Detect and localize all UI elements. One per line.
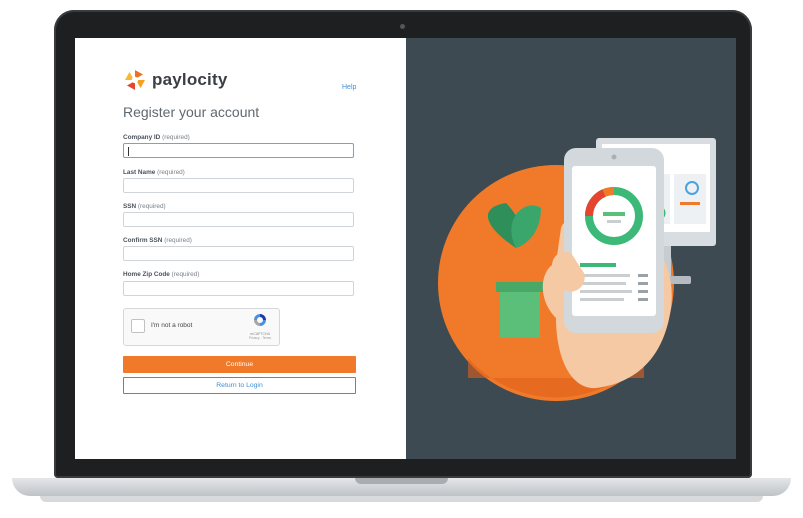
ssn-label: SSN (required) [123, 203, 166, 210]
donut-ring-orange [602, 187, 615, 197]
recaptcha-links[interactable]: Privacy - Terms [246, 336, 274, 340]
phone-list-row-2 [580, 282, 626, 285]
recaptcha-logo: reCAPTCHA Privacy - Terms [246, 313, 274, 341]
text-caret [128, 147, 129, 156]
registration-panel: paylocity Help Register your account Com… [75, 38, 406, 459]
screen: paylocity Help Register your account Com… [75, 38, 736, 459]
paylocity-logo-icon [125, 70, 145, 90]
recaptcha-label: I'm not a robot [151, 322, 193, 329]
return-to-login-button[interactable]: Return to Login [123, 377, 356, 394]
recaptcha-icon [254, 314, 266, 326]
phone-camera [611, 154, 617, 160]
company-id-label-text: Company ID [123, 134, 161, 141]
mobile-app-illustration [438, 138, 716, 401]
brand-name: paylocity [152, 70, 228, 89]
recaptcha-checkbox[interactable] [131, 319, 145, 333]
phone-list-val-2 [638, 282, 648, 285]
phone-list-val-4 [638, 298, 648, 301]
brand-logo: paylocity [124, 69, 228, 91]
last-name-label-text: Last Name [123, 169, 156, 176]
last-name-required: (required) [157, 169, 185, 176]
donut-center-bar [603, 212, 625, 216]
laptop-base-notch [355, 478, 448, 484]
phone-list-row-4 [580, 298, 624, 301]
home-zip-label-text: Home Zip Code [123, 271, 170, 278]
phone-list-green-bar [580, 263, 616, 267]
help-link[interactable]: Help [342, 84, 356, 91]
home-zip-required: (required) [171, 271, 200, 278]
company-id-input[interactable] [123, 143, 354, 158]
confirm-ssn-input[interactable] [123, 246, 354, 261]
company-id-label: Company ID (required) [123, 134, 190, 141]
plant-pot-rim [496, 282, 544, 292]
confirm-ssn-required: (required) [164, 237, 192, 244]
home-zip-label: Home Zip Code (required) [123, 271, 199, 278]
illustration-panel [406, 38, 736, 459]
monitor-orange-bar [680, 202, 700, 205]
donut-center-bar-2 [607, 220, 621, 223]
last-name-input[interactable] [123, 178, 354, 193]
phone-list-row-3 [580, 290, 632, 293]
ssn-required: (required) [137, 203, 166, 210]
page-title: Register your account [123, 104, 260, 120]
phone-list-val-1 [638, 274, 648, 277]
company-id-required: (required) [162, 134, 190, 141]
continue-button[interactable]: Continue [123, 356, 356, 373]
phone-list-val-3 [638, 290, 648, 293]
last-name-label: Last Name (required) [123, 169, 185, 176]
phone-list-row-1 [580, 274, 630, 277]
confirm-ssn-label: Confirm SSN (required) [123, 237, 192, 244]
ssn-label-text: SSN [123, 203, 137, 210]
recaptcha-widget: I'm not a robot reCAPTCHA Privacy - Term… [123, 308, 280, 346]
ssn-input[interactable] [123, 212, 354, 227]
home-zip-input[interactable] [123, 281, 354, 296]
laptop-base-shadow [40, 496, 763, 502]
webcam [400, 24, 405, 29]
confirm-ssn-label-text: Confirm SSN [123, 237, 163, 244]
plant-pot [500, 288, 540, 338]
